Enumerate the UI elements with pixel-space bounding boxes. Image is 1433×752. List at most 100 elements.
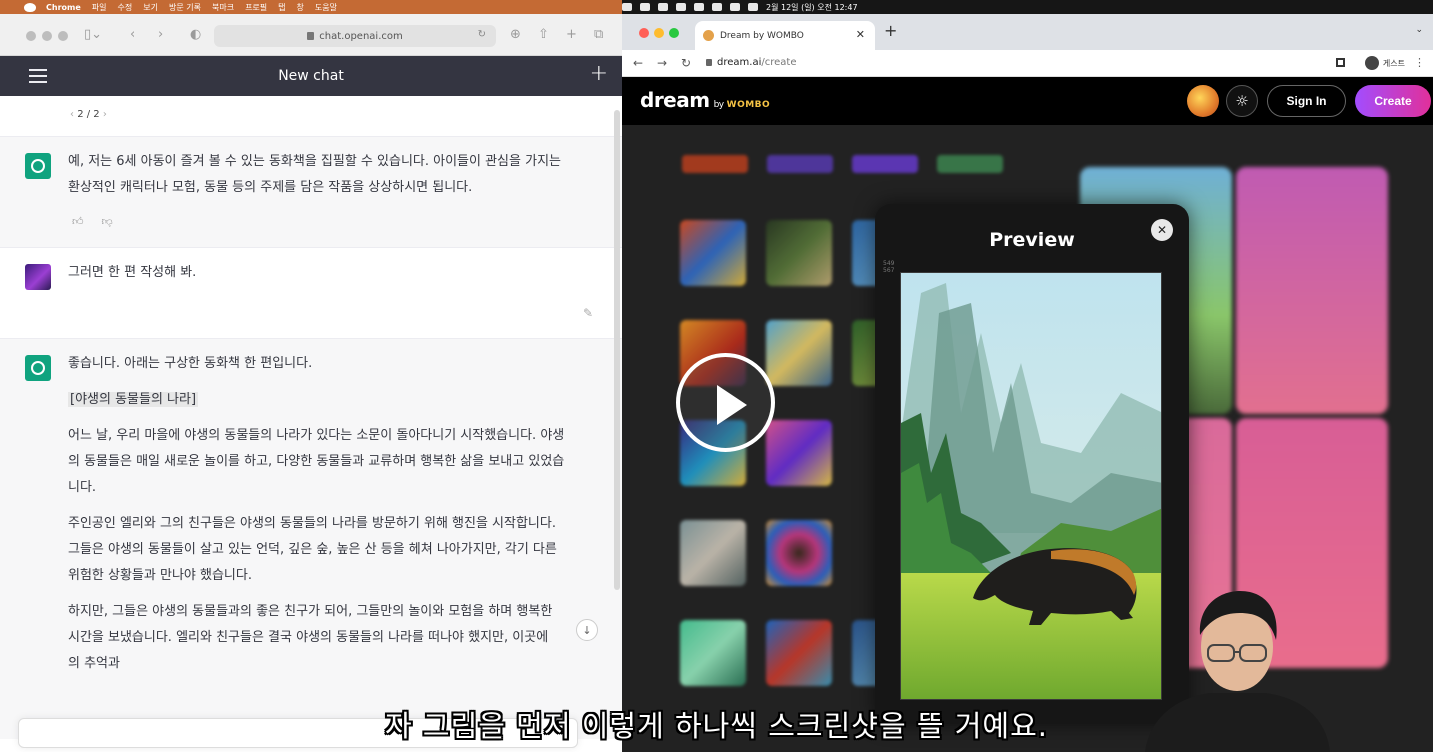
style-chip[interactable] bbox=[852, 155, 918, 173]
chrome-tab-strip: Dream by WOMBO ✕ + ⌄ bbox=[622, 14, 1433, 50]
tab-search-chevron-icon[interactable]: ⌄ bbox=[1415, 25, 1423, 35]
menu-edit[interactable]: 수정 bbox=[118, 2, 133, 13]
status-icon[interactable] bbox=[640, 3, 650, 11]
profile-avatar-icon bbox=[1364, 56, 1379, 70]
back-icon[interactable]: ← bbox=[633, 56, 643, 70]
story-line: 어느 날, 우리 마을에 야생의 동물들의 나라가 있다는 소문이 돌아다니기 … bbox=[68, 428, 565, 443]
menu-help[interactable]: 도움말 bbox=[315, 2, 337, 13]
close-tab-icon[interactable]: ✕ bbox=[856, 28, 865, 41]
thumbs-down-icon[interactable]: 👎︎ bbox=[102, 209, 113, 235]
style-tile[interactable] bbox=[680, 520, 746, 586]
video-play-button-icon[interactable] bbox=[676, 353, 775, 452]
chat-title: New chat bbox=[278, 68, 344, 84]
close-window-dot[interactable] bbox=[639, 28, 649, 38]
generated-artwork[interactable] bbox=[900, 272, 1162, 700]
sign-in-button[interactable]: Sign In bbox=[1267, 85, 1346, 117]
new-tab-icon[interactable]: + bbox=[884, 21, 897, 40]
minimize-window-dot[interactable] bbox=[654, 28, 664, 38]
more-menu-icon[interactable]: ⋮ bbox=[1414, 56, 1425, 69]
status-icon[interactable] bbox=[658, 3, 668, 11]
style-chip[interactable] bbox=[682, 155, 748, 173]
feedback-buttons: 👍︎ 👎︎ bbox=[68, 201, 582, 247]
menu-view[interactable]: 보기 bbox=[143, 2, 158, 13]
next-response-icon[interactable]: › bbox=[100, 109, 107, 120]
menu-file[interactable]: 파일 bbox=[92, 2, 107, 13]
story-title: [야생의 동물들의 나라] bbox=[68, 392, 199, 407]
side-panel-icon[interactable] bbox=[1336, 58, 1345, 67]
battery-icon[interactable] bbox=[712, 3, 722, 11]
share-icon[interactable]: ⇧ bbox=[538, 27, 549, 42]
menu-app-name[interactable]: Chrome bbox=[46, 3, 81, 12]
close-window-dot[interactable] bbox=[26, 31, 36, 41]
style-chip[interactable] bbox=[937, 155, 1003, 173]
thumbs-up-icon[interactable]: 👍︎ bbox=[72, 209, 84, 235]
style-tile[interactable] bbox=[680, 620, 746, 686]
style-tile[interactable] bbox=[766, 520, 832, 586]
menubar-status-area: 2월 12일 (일) 오전 12:47 bbox=[622, 0, 1433, 14]
reload-icon[interactable]: ↻ bbox=[681, 56, 691, 70]
logo-by: by bbox=[713, 100, 725, 110]
theme-toggle-sun-icon[interactable]: ☼ bbox=[1226, 85, 1258, 117]
premium-badge-icon[interactable] bbox=[1187, 85, 1219, 117]
scrollbar[interactable] bbox=[614, 110, 620, 590]
download-icon[interactable]: ⊕ bbox=[510, 27, 521, 42]
wombo-favicon-icon bbox=[703, 30, 714, 41]
zoom-window-dot[interactable] bbox=[58, 31, 68, 41]
image-dimensions: 549 567 bbox=[883, 260, 895, 274]
reload-icon[interactable]: ↻ bbox=[478, 29, 486, 40]
new-chat-plus-icon[interactable]: + bbox=[590, 61, 608, 86]
style-tile[interactable] bbox=[766, 620, 832, 686]
chrome-address-row: ← → ↻ dream.ai/create 게스트 ⋮ bbox=[622, 50, 1433, 77]
sidebar-icon[interactable]: ▯⌄ bbox=[84, 27, 102, 42]
logo-text: dream bbox=[640, 88, 710, 112]
style-tile[interactable] bbox=[766, 320, 832, 386]
message-line: 환상적인 캐릭터나 모험, 동물 등의 주제를 담은 작품을 상상하시면 됩니다… bbox=[68, 180, 473, 195]
create-button[interactable]: Create bbox=[1355, 85, 1431, 117]
style-tile[interactable] bbox=[766, 420, 832, 486]
back-icon[interactable]: ‹ bbox=[130, 27, 135, 42]
zoom-window-dot[interactable] bbox=[669, 28, 679, 38]
user-message: 그러면 한 편 작성해 봐. ✎ bbox=[0, 248, 622, 339]
user-avatar bbox=[25, 264, 51, 290]
safari-toolbar: ▯⌄ ‹ › ◐ chat.openai.com ↻ ⊕ ⇧ + ⧉ bbox=[0, 14, 622, 56]
apple-icon[interactable] bbox=[24, 2, 36, 12]
lock-icon bbox=[307, 32, 315, 40]
status-icon[interactable] bbox=[622, 3, 632, 11]
story-line: 시간을 보냈습니다. 엘리와 친구들은 결국 야생의 동물들의 나라를 떠나야 … bbox=[68, 630, 549, 645]
url-host: dream.ai bbox=[717, 57, 762, 68]
style-chip[interactable] bbox=[767, 155, 833, 173]
mac-menubar: Chrome 파일 수정 보기 방문 기록 북마크 프로필 탭 창 도움말 2월… bbox=[0, 0, 1433, 14]
locked-card[interactable] bbox=[1236, 167, 1388, 414]
profile-button[interactable]: 게스트 bbox=[1364, 56, 1405, 70]
tab-overview-icon[interactable]: ⧉ bbox=[594, 27, 603, 42]
tab-dream[interactable]: Dream by WOMBO ✕ bbox=[695, 21, 875, 50]
scroll-down-arrow-icon[interactable]: ↓ bbox=[576, 619, 598, 641]
dream-header: dream by WOMBO ☼ Sign In Create bbox=[622, 77, 1433, 125]
menu-window[interactable]: 창 bbox=[297, 2, 304, 13]
safari-window: ▯⌄ ‹ › ◐ chat.openai.com ↻ ⊕ ⇧ + ⧉ New c… bbox=[0, 14, 622, 752]
address-bar[interactable]: dream.ai/create bbox=[717, 57, 796, 68]
style-tile[interactable] bbox=[680, 220, 746, 286]
menu-profiles[interactable]: 프로필 bbox=[245, 2, 267, 13]
dropbox-icon[interactable] bbox=[676, 3, 686, 11]
spotlight-icon[interactable] bbox=[748, 3, 758, 11]
dream-logo[interactable]: dream by WOMBO bbox=[640, 88, 770, 112]
minimize-window-dot[interactable] bbox=[42, 31, 52, 41]
new-tab-icon[interactable]: + bbox=[566, 27, 577, 42]
story-line: 그들은 야생의 동물들이 살고 있는 언덕, 깊은 숲, 높은 산 등을 헤쳐 … bbox=[68, 542, 557, 557]
forward-icon[interactable]: › bbox=[158, 27, 163, 42]
menubar-clock[interactable]: 2월 12일 (일) 오전 12:47 bbox=[766, 2, 858, 13]
chatgpt-header: New chat + bbox=[0, 56, 622, 96]
wifi-icon[interactable] bbox=[730, 3, 740, 11]
privacy-shield-icon[interactable]: ◐ bbox=[190, 27, 201, 42]
menu-history[interactable]: 방문 기록 bbox=[169, 2, 201, 13]
address-bar[interactable]: chat.openai.com ↻ bbox=[214, 25, 496, 47]
close-icon[interactable]: ✕ bbox=[1151, 219, 1173, 241]
screen: Chrome 파일 수정 보기 방문 기록 북마크 프로필 탭 창 도움말 2월… bbox=[0, 0, 1433, 752]
style-tile[interactable] bbox=[766, 220, 832, 286]
forward-icon[interactable]: → bbox=[657, 56, 667, 70]
edit-icon[interactable]: ✎ bbox=[583, 300, 593, 326]
menu-tab[interactable]: 탭 bbox=[278, 2, 285, 13]
menu-bookmarks[interactable]: 북마크 bbox=[212, 2, 234, 13]
input-source-icon[interactable] bbox=[694, 3, 704, 11]
